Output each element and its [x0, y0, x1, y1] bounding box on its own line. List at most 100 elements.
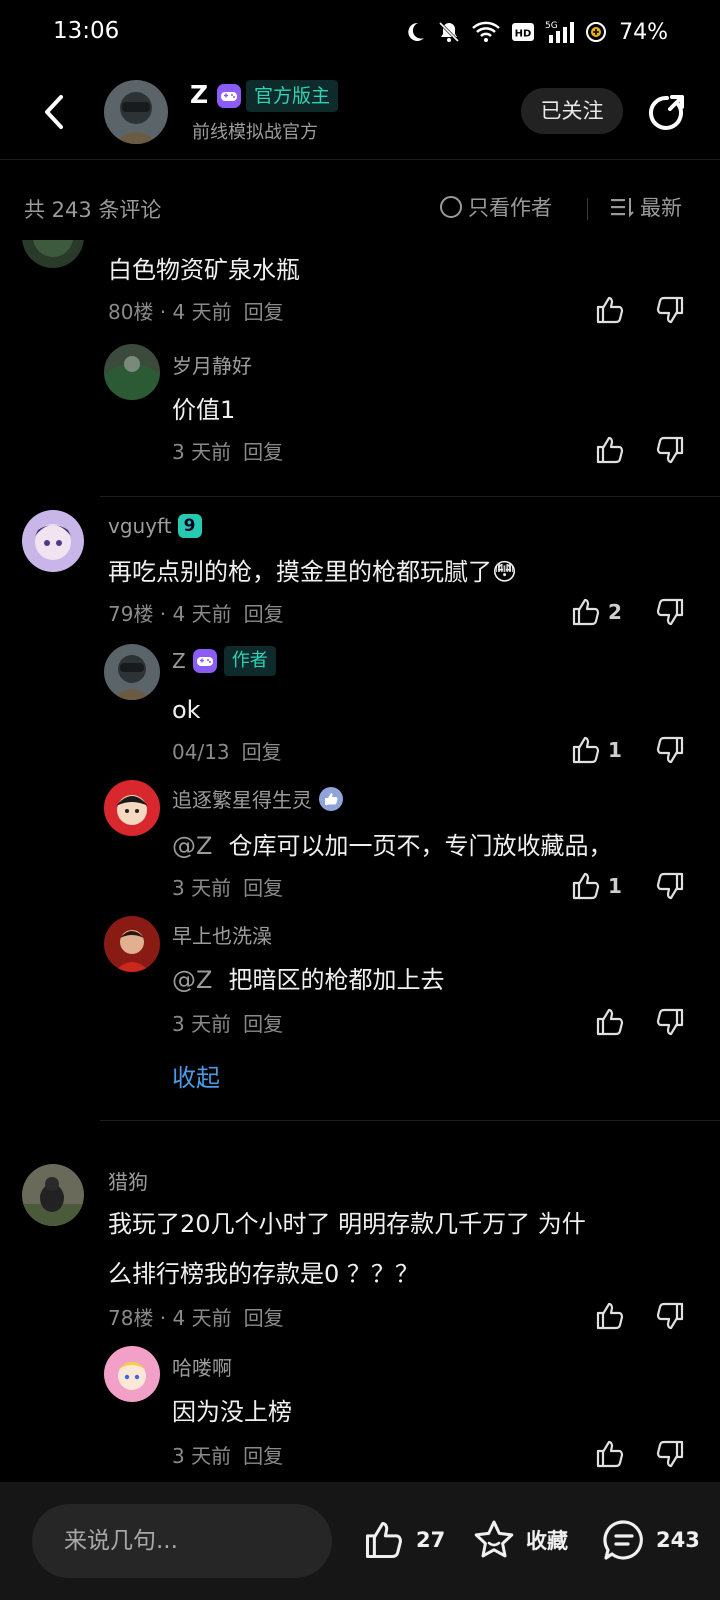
avatar[interactable]	[104, 80, 168, 144]
thumbs-up-icon	[596, 436, 624, 464]
comment-input[interactable]: 来说几句...	[32, 1504, 332, 1578]
thumbs-up-icon	[365, 1521, 403, 1559]
like-count: 1	[608, 738, 622, 762]
reply-button[interactable]: 回复	[243, 876, 283, 900]
username[interactable]: 岁月静好	[172, 350, 252, 379]
comments-button[interactable]: 243	[602, 1518, 700, 1562]
thumbs-down-icon	[656, 1440, 684, 1468]
thumbs-down-icon	[656, 436, 684, 464]
username[interactable]: 哈喽啊	[172, 1352, 232, 1381]
status-bar: 13:06 HD 5G 74%	[0, 0, 720, 64]
mention[interactable]: @Z	[172, 832, 212, 860]
thumbs-down-icon	[656, 1008, 684, 1036]
username[interactable]: 追逐繁星得生灵	[172, 784, 344, 813]
follow-button[interactable]: 已关注	[521, 88, 623, 134]
username-text: 岁月静好	[172, 354, 252, 378]
username-text: vguyft	[108, 514, 172, 538]
filter-divider	[587, 198, 588, 220]
author-name[interactable]: Z	[190, 80, 208, 109]
avatar[interactable]	[22, 240, 84, 268]
share-button[interactable]	[646, 92, 688, 134]
thumbs-up-icon	[596, 1440, 624, 1468]
comment-meta: 04/13 回复	[172, 736, 282, 765]
status-time: 13:06	[53, 18, 120, 44]
dislike-button[interactable]	[654, 870, 686, 902]
comment-time: 3 天前	[172, 876, 232, 900]
comment-meta: 3 天前 回复	[172, 436, 283, 465]
comment-time: 4 天前	[172, 602, 232, 626]
thumbs-up-icon	[572, 736, 600, 764]
comment-time: 3 天前	[172, 440, 232, 464]
post-like-count: 27	[416, 1528, 446, 1552]
comment-meta: 79楼 · 4 天前 回复	[108, 602, 284, 626]
wifi-icon	[472, 21, 500, 42]
like-button[interactable]	[594, 1438, 626, 1470]
header-subtitle: 前线模拟战官方	[192, 122, 318, 143]
favorite-label: 收藏	[526, 1529, 568, 1553]
reply-button[interactable]: 回复	[244, 1306, 284, 1330]
comment-text-body: 把暗区的枪都加上去	[228, 966, 445, 994]
avatar[interactable]	[104, 1346, 160, 1402]
author-only-label: 只看作者	[468, 196, 552, 220]
post-like-button[interactable]: 27	[362, 1518, 445, 1562]
like-button[interactable]: 1	[570, 870, 622, 902]
sort-lines-icon	[611, 198, 634, 218]
like-button[interactable]: 1	[570, 734, 622, 766]
username-text: Z	[172, 649, 186, 673]
reply-button[interactable]: 回复	[244, 602, 284, 626]
dislike-button[interactable]	[654, 294, 686, 326]
thumbs-down-icon	[656, 1302, 684, 1330]
comment-meta: 3 天前 回复	[172, 1440, 283, 1469]
comment-text: 白色物资矿泉水瓶	[108, 256, 300, 284]
gamepad-badge-icon	[192, 649, 217, 673]
like-count: 2	[608, 600, 622, 624]
like-button[interactable]	[594, 1006, 626, 1038]
username[interactable]: 早上也洗澡	[172, 920, 272, 949]
dislike-button[interactable]	[654, 1300, 686, 1332]
reply-button[interactable]: 回复	[242, 740, 282, 764]
avatar[interactable]	[104, 344, 160, 400]
thumbs-up-icon	[572, 872, 600, 900]
comment-time: 3 天前	[172, 1012, 232, 1036]
comment-text: 么排行榜我的存款是0 ？？？	[108, 1260, 419, 1288]
thumbs-up-icon	[572, 598, 600, 626]
sort-button[interactable]: 最新	[610, 192, 682, 222]
dislike-button[interactable]	[654, 1006, 686, 1038]
dislike-button[interactable]	[654, 1438, 686, 1470]
thumbs-up-icon	[596, 296, 624, 324]
like-button[interactable]	[594, 1300, 626, 1332]
back-button[interactable]	[34, 88, 74, 136]
flushed-emoji-icon: 😳	[492, 558, 518, 586]
bell-off-icon	[439, 21, 460, 43]
favorite-button[interactable]: 收藏	[472, 1518, 568, 1562]
avatar[interactable]	[22, 510, 84, 572]
reply-button[interactable]: 回复	[244, 300, 284, 324]
avatar[interactable]	[104, 644, 160, 700]
comment-text: 因为没上榜	[172, 1398, 292, 1426]
floor-number: 80楼	[108, 300, 154, 324]
collapse-replies-button[interactable]: 收起	[172, 1058, 220, 1093]
like-button[interactable]	[594, 434, 626, 466]
dislike-button[interactable]	[654, 734, 686, 766]
comment-list[interactable]: 白色物资矿泉水瓶 80楼 · 4 天前 回复 岁月静好 价值1 3 天前 回复 vg…	[0, 240, 720, 1480]
dislike-button[interactable]	[654, 434, 686, 466]
radio-circle-icon	[440, 196, 462, 218]
username[interactable]: 猎狗	[108, 1166, 148, 1195]
thumbs-up-icon	[596, 1302, 624, 1330]
comment-text-body: 再吃点别的枪，摸金里的枪都玩腻了	[108, 558, 492, 586]
reply-button[interactable]: 回复	[243, 1012, 283, 1036]
avatar[interactable]	[104, 916, 160, 972]
avatar[interactable]	[22, 1164, 84, 1226]
reply-button[interactable]: 回复	[243, 440, 283, 464]
like-button[interactable]	[594, 294, 626, 326]
dislike-button[interactable]	[654, 596, 686, 628]
signal-5g-icon: 5G	[545, 21, 575, 43]
username[interactable]: Z 作者	[172, 646, 276, 676]
svg-text:HD: HD	[515, 29, 532, 40]
like-button[interactable]: 2	[570, 596, 622, 628]
avatar[interactable]	[104, 780, 160, 836]
username[interactable]: vguyft 9	[108, 514, 202, 538]
reply-button[interactable]: 回复	[243, 1444, 283, 1468]
mention[interactable]: @Z	[172, 966, 212, 994]
author-only-toggle[interactable]: 只看作者	[440, 192, 552, 222]
